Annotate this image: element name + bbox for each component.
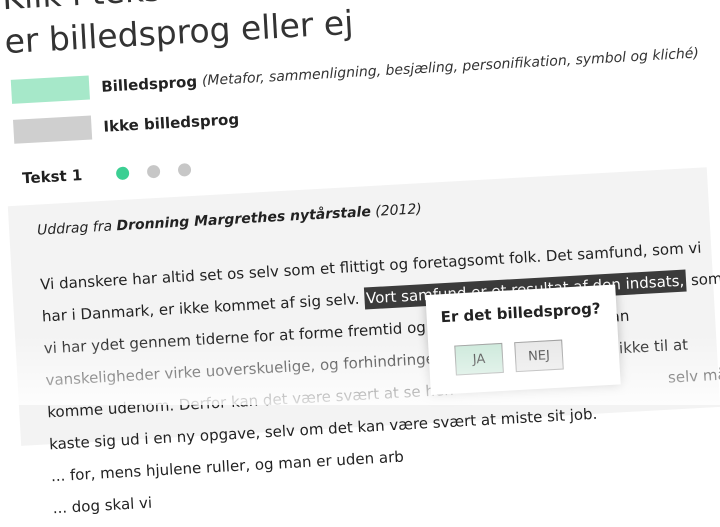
source-year: (2012): [374, 201, 423, 220]
legend-swatch-grey: [12, 115, 93, 144]
tab-dot-1[interactable]: [115, 165, 130, 180]
legend-label-billedsprog: Billedsprog: [100, 72, 198, 96]
legend-swatch-green: [10, 75, 90, 104]
exercise-stage: Klik i teksten er billedsprog eller ej B…: [0, 0, 720, 517]
answer-popup: Er det billedsprog? JA NEJ: [425, 284, 621, 395]
source-title: Dronning Margrethes nytårstale: [116, 204, 372, 235]
legend-description: (Metafor, sammenligning, besjæling, pers…: [201, 45, 700, 90]
sentence[interactable]: selv må: [668, 365, 720, 386]
source-prefix: Uddrag fra: [36, 218, 113, 239]
tab-label-tekst-1: Tekst 1: [21, 166, 83, 188]
no-button[interactable]: NEJ: [514, 339, 564, 373]
text-tabs: Tekst 1: [22, 159, 210, 187]
source-line: Uddrag fra Dronning Margrethes nytårstal…: [37, 201, 422, 238]
tab-dot-2[interactable]: [146, 164, 161, 178]
tab-dot-3[interactable]: [177, 162, 192, 177]
legend-label-ikke-billedsprog: Ikke billedsprog: [103, 110, 240, 136]
legend-ikke-billedsprog: Ikke billedsprog: [12, 107, 240, 144]
yes-button[interactable]: JA: [454, 342, 504, 376]
popup-question: Er det billedsprog?: [440, 299, 601, 327]
sentence[interactable]: som: [690, 270, 720, 290]
